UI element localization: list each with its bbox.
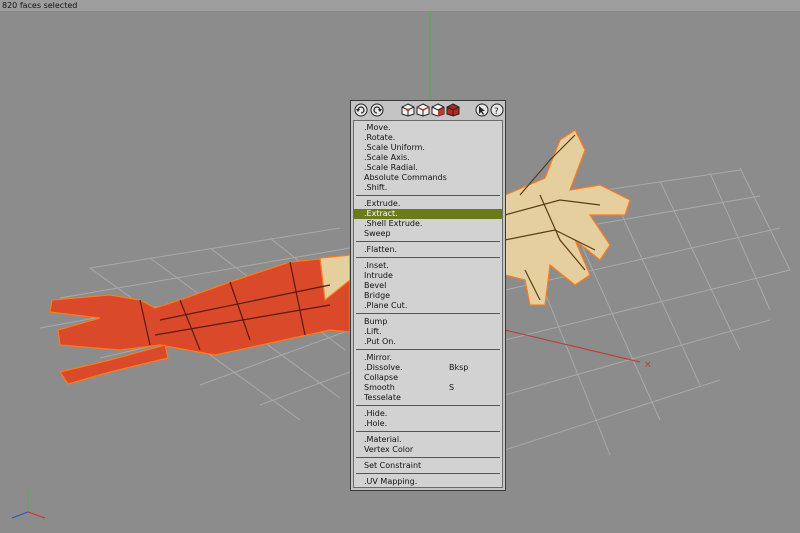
menu-item-intrude[interactable]: Intrude: [354, 271, 502, 281]
menu-separator: [356, 313, 500, 314]
menu-item-bevel[interactable]: Bevel: [354, 281, 502, 291]
x-axis-marker: ×: [644, 360, 652, 370]
menu-item-label: .Inset.: [364, 261, 389, 270]
menu-item-set-constraint[interactable]: Set Constraint: [354, 461, 502, 471]
menu-item-label: Bevel: [364, 281, 387, 290]
menu-separator: [356, 241, 500, 242]
menu-item-label: Absolute Commands: [364, 173, 447, 182]
face-context-menu: ? .Move. .Rotate. .Scale Uniform. .Scale Ax…: [350, 100, 506, 491]
menu-item-label: Set Constraint: [364, 461, 422, 470]
menu-item-label: .Scale Radial.: [364, 163, 418, 172]
menu-item-scale-axis[interactable]: .Scale Axis.: [354, 153, 502, 163]
menu-item-label: Tesselate: [364, 393, 401, 402]
menu-separator: [356, 405, 500, 406]
redo-icon[interactable]: [370, 103, 384, 117]
menu-item-label: .Hole.: [364, 419, 388, 428]
menu-item-shortcut: S: [449, 383, 455, 392]
model-right-section: [504, 129, 631, 306]
menu-item-extract[interactable]: .Extract.: [354, 209, 502, 219]
menu-separator: [356, 457, 500, 458]
vertex-mode-cube-icon[interactable]: [401, 103, 415, 117]
menu-item-label: .Hide.: [364, 409, 388, 418]
menu-item-label: Vertex Color: [364, 445, 414, 454]
menu-item-plane-cut[interactable]: .Plane Cut.: [354, 301, 502, 311]
menu-item-hole[interactable]: .Hole.: [354, 419, 502, 429]
menu-item-label: Collapse: [364, 373, 398, 382]
body-mode-cube-icon[interactable]: [446, 103, 460, 117]
menu-item-label: .Put On.: [364, 337, 396, 346]
undo-icon[interactable]: [354, 103, 368, 117]
axis-gizmo: [11, 490, 46, 519]
menu-item-label: .Rotate.: [364, 133, 396, 142]
menu-item-label: Bump: [364, 317, 388, 326]
menu-item-material[interactable]: .Material.: [354, 435, 502, 445]
menu-item-inset[interactable]: .Inset.: [354, 261, 502, 271]
face-mode-cube-icon[interactable]: [431, 103, 445, 117]
edge-mode-cube-icon[interactable]: [416, 103, 430, 117]
menu-item-label: .Mirror.: [364, 353, 392, 362]
menu-item-vertex-color[interactable]: Vertex Color: [354, 445, 502, 455]
menu-item-scale-uniform[interactable]: .Scale Uniform.: [354, 143, 502, 153]
menu-item-label: .Move.: [364, 123, 391, 132]
menu-item-rotate[interactable]: .Rotate.: [354, 133, 502, 143]
menu-separator: [356, 257, 500, 258]
menu-item-label: .Lift.: [364, 327, 382, 336]
menu-item-label: Sweep: [364, 229, 391, 238]
menu-item-move[interactable]: .Move.: [354, 123, 502, 133]
menu-item-scale-radial[interactable]: .Scale Radial.: [354, 163, 502, 173]
menu-item-label: .Extrude.: [364, 199, 401, 208]
menu-list: .Move. .Rotate. .Scale Uniform. .Scale Axis…: [353, 120, 503, 488]
menu-item-label: .UV Mapping.: [364, 477, 418, 486]
menu-item-label: .Material.: [364, 435, 402, 444]
menu-item-hide[interactable]: .Hide.: [354, 409, 502, 419]
menu-item-label: Bridge: [364, 291, 391, 300]
menu-item-absolute-commands[interactable]: Absolute Commands: [354, 173, 502, 183]
menu-item-label: .Shift.: [364, 183, 388, 192]
svg-text:?: ?: [494, 107, 499, 117]
menu-item-shortcut: Bksp: [449, 363, 469, 372]
3d-viewport[interactable]: × 820 faces selected ? .Move. .Rotate. .…: [0, 0, 800, 533]
menu-item-label: Intrude: [364, 271, 393, 280]
menu-item-sweep[interactable]: Sweep: [354, 229, 502, 239]
menu-item-label: .Plane Cut.: [364, 301, 408, 310]
menu-separator: [356, 349, 500, 350]
status-bar: 820 faces selected: [0, 0, 800, 11]
menu-item-shift[interactable]: .Shift.: [354, 183, 502, 193]
menu-item-label: .Dissolve.: [364, 363, 403, 372]
menu-item-bridge[interactable]: Bridge: [354, 291, 502, 301]
pointer-icon[interactable]: [475, 103, 489, 117]
menu-item-dissolve[interactable]: .Dissolve. Bksp: [354, 363, 502, 373]
menu-item-label: Smooth: [364, 383, 395, 392]
menu-toolbar: ?: [351, 101, 505, 120]
menu-separator: [356, 431, 500, 432]
menu-item-shell-extrude[interactable]: .Shell Extrude.: [354, 219, 502, 229]
menu-separator: [356, 195, 500, 196]
menu-item-uv-mapping[interactable]: .UV Mapping.: [354, 477, 502, 487]
menu-item-smooth[interactable]: Smooth S: [354, 383, 502, 393]
menu-item-label: .Scale Axis.: [364, 153, 410, 162]
help-icon[interactable]: ?: [490, 103, 504, 117]
menu-item-extrude[interactable]: .Extrude.: [354, 199, 502, 209]
menu-item-bump[interactable]: Bump: [354, 317, 502, 327]
menu-item-put-on[interactable]: .Put On.: [354, 337, 502, 347]
menu-item-collapse[interactable]: Collapse: [354, 373, 502, 383]
menu-item-tesselate[interactable]: Tesselate: [354, 393, 502, 403]
menu-item-label: .Shell Extrude.: [364, 219, 423, 228]
x-axis-line: [504, 329, 641, 363]
menu-item-lift[interactable]: .Lift.: [354, 327, 502, 337]
selection-status-text: 820 faces selected: [2, 1, 78, 10]
menu-item-mirror[interactable]: .Mirror.: [354, 353, 502, 363]
menu-item-label: .Extract.: [364, 209, 398, 218]
menu-separator: [356, 473, 500, 474]
menu-item-label: .Flatten.: [364, 245, 398, 254]
menu-item-label: .Scale Uniform.: [364, 143, 425, 152]
menu-item-flatten[interactable]: .Flatten.: [354, 245, 502, 255]
